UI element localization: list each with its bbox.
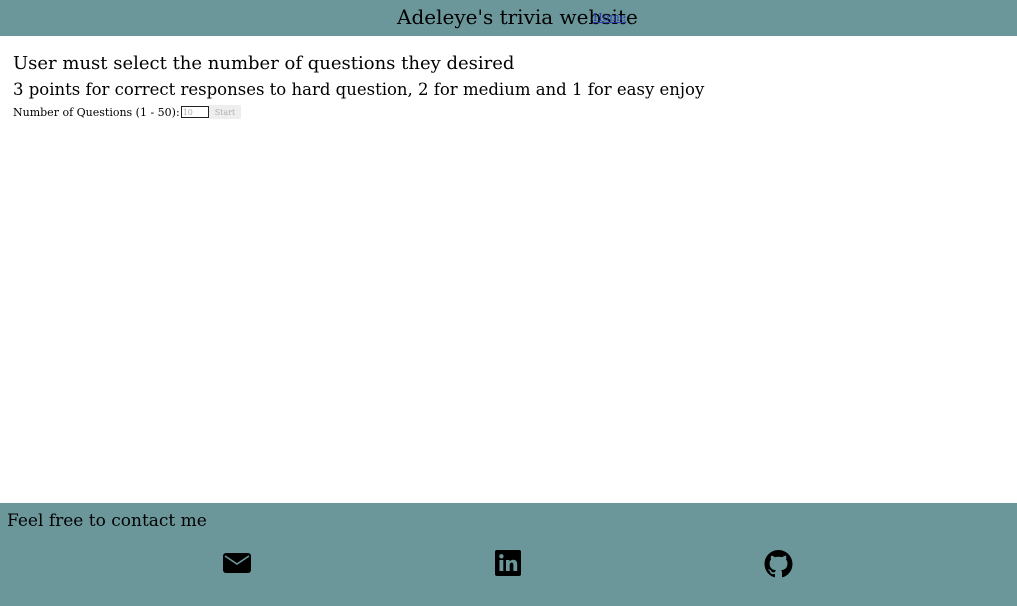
main-content: User must select the number of questions… [13, 52, 705, 119]
site-footer: Feel free to contact me [0, 503, 1017, 606]
envelope-icon[interactable] [222, 550, 252, 576]
contact-heading: Feel free to contact me [7, 511, 207, 531]
question-count-input[interactable] [180, 106, 209, 118]
start-button[interactable]: Start [208, 105, 242, 119]
site-header: Adeleye's trivia website Home [0, 0, 1017, 36]
linkedin-icon[interactable] [495, 550, 521, 576]
question-count-label: Number of Questions (1 - 50): [13, 105, 180, 119]
github-icon[interactable] [764, 550, 793, 578]
question-count-form: Number of Questions (1 - 50): Start [13, 105, 242, 119]
home-link[interactable]: Home [593, 11, 626, 25]
scoring-info: 3 points for correct responses to hard q… [13, 80, 705, 99]
page-heading: User must select the number of questions… [13, 53, 515, 74]
